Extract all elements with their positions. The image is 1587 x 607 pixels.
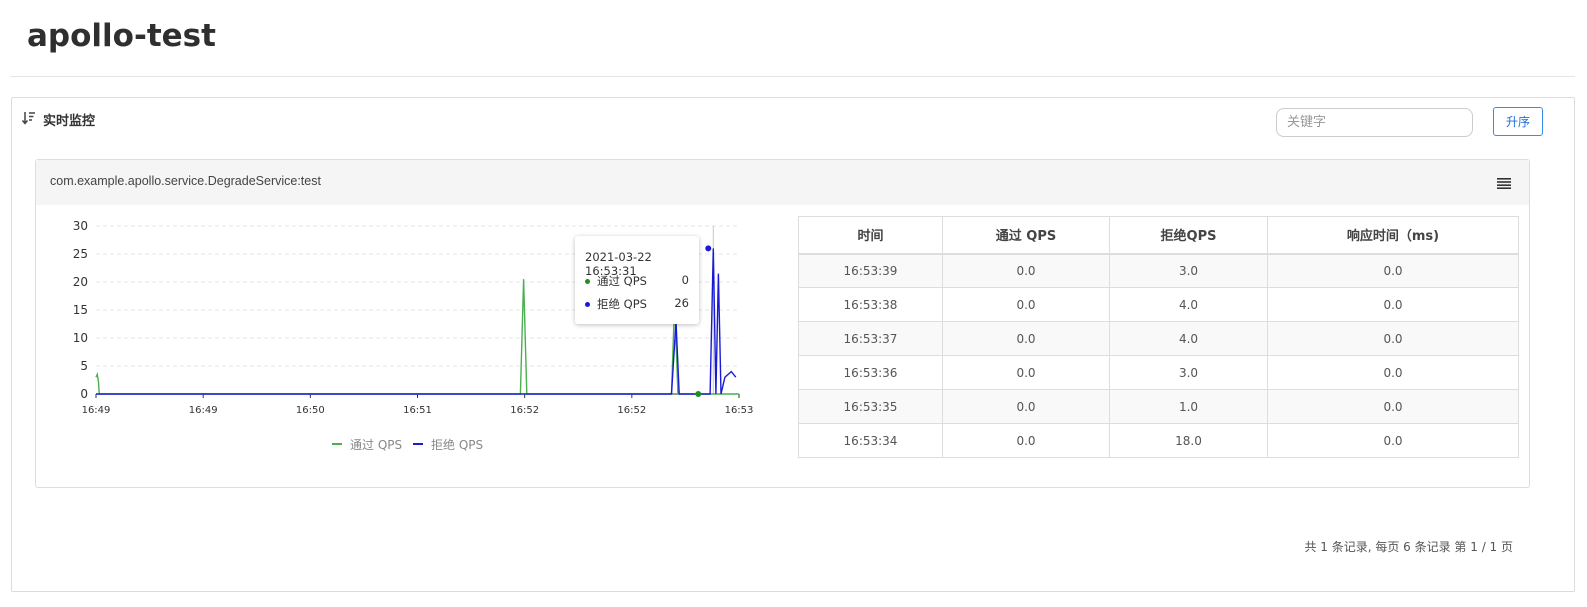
cell-time: 16:53:35 (798, 389, 943, 424)
resource-name: com.example.apollo.service.DegradeServic… (50, 174, 321, 188)
table-header-row: 时间 通过 QPS 拒绝QPS 响应时间（ms) (798, 216, 1519, 254)
x-tick-label: 16:49 (82, 405, 111, 416)
cell-rt: 0.0 (1267, 253, 1519, 288)
cell-time: 16:53:38 (798, 287, 943, 322)
legend-label: 通过 QPS (350, 438, 402, 452)
table-row: 16:53:34 0.0 18.0 0.0 (798, 423, 1519, 458)
x-tick-label: 16:52 (617, 405, 646, 416)
pass-hover-point (695, 391, 702, 397)
card-header: com.example.apollo.service.DegradeServic… (36, 160, 1529, 205)
cell-block: 4.0 (1109, 287, 1268, 322)
cell-rt: 0.0 (1267, 287, 1519, 322)
block-hover-point (705, 245, 712, 252)
realtime-monitor-panel: 实时监控 升序 com.example.apollo.service.Degra… (11, 97, 1575, 592)
col-pass-qps: 通过 QPS (942, 216, 1110, 254)
y-tick-label: 0 (80, 387, 88, 401)
x-tick-label: 16:53 (725, 405, 754, 416)
x-tick-label: 16:49 (189, 405, 218, 416)
panel-title: 实时监控 (43, 114, 96, 129)
search-input[interactable] (1276, 108, 1473, 137)
y-tick-label: 10 (73, 331, 88, 345)
cell-pass: 0.0 (942, 423, 1110, 458)
cell-block: 3.0 (1109, 253, 1268, 288)
y-tick-label: 5 (80, 359, 88, 373)
col-time: 时间 (798, 216, 943, 254)
sort-ascending-button[interactable]: 升序 (1493, 107, 1543, 136)
cell-pass: 0.0 (942, 287, 1110, 322)
cell-rt: 0.0 (1267, 321, 1519, 356)
cell-time: 16:53:39 (798, 253, 943, 288)
block-dot-icon (585, 302, 590, 307)
y-tick-label: 30 (73, 219, 88, 233)
table-row: 16:53:36 0.0 3.0 0.0 (798, 355, 1519, 390)
table-row: 16:53:38 0.0 4.0 0.0 (798, 287, 1519, 322)
pass-dot-icon (585, 279, 590, 284)
chart-tooltip: 2021-03-22 16:53:31 通过 QPS 0 拒绝 QPS 26 (575, 236, 699, 324)
col-rt: 响应时间（ms) (1267, 216, 1519, 254)
col-block-qps: 拒绝QPS (1109, 216, 1268, 254)
table-row: 16:53:37 0.0 4.0 0.0 (798, 321, 1519, 356)
tooltip-row-block: 拒绝 QPS 26 (585, 296, 689, 312)
x-tick-label: 16:50 (296, 405, 325, 416)
tooltip-row-pass: 通过 QPS 0 (585, 273, 689, 289)
cell-pass: 0.0 (942, 321, 1110, 356)
menu-icon[interactable] (1497, 177, 1511, 189)
cell-block: 4.0 (1109, 321, 1268, 356)
cell-rt: 0.0 (1267, 355, 1519, 390)
tooltip-row-value: 0 (681, 273, 689, 287)
legend-label: 拒绝 QPS (431, 437, 483, 452)
cell-pass: 0.0 (942, 355, 1110, 390)
metrics-table: 时间 通过 QPS 拒绝QPS 响应时间（ms) 16:53:39 0.0 3.… (798, 216, 1519, 458)
cell-pass: 0.0 (942, 253, 1110, 288)
y-tick-label: 25 (73, 247, 88, 261)
tooltip-row-name: 通过 QPS (597, 274, 647, 288)
sort-desc-icon (22, 112, 35, 125)
cell-block: 1.0 (1109, 389, 1268, 424)
cell-block: 18.0 (1109, 423, 1268, 458)
page-title: apollo-test (27, 18, 216, 54)
resource-card: com.example.apollo.service.DegradeServic… (35, 159, 1530, 488)
y-tick-label: 20 (73, 275, 88, 289)
cell-time: 16:53:34 (798, 423, 943, 458)
table-row: 16:53:39 0.0 3.0 0.0 (798, 253, 1519, 288)
x-tick-label: 16:51 (403, 405, 432, 416)
cell-rt: 0.0 (1267, 389, 1519, 424)
cell-time: 16:53:37 (798, 321, 943, 356)
table-row: 16:53:35 0.0 1.0 0.0 (798, 389, 1519, 424)
y-tick-label: 15 (73, 303, 88, 317)
tooltip-row-name: 拒绝 QPS (597, 297, 647, 311)
pagination-info: 共 1 条记录, 每页 6 条记录 第 1 / 1 页 (1304, 540, 1513, 554)
page-header: apollo-test (10, 0, 1575, 77)
cell-time: 16:53:36 (798, 355, 943, 390)
x-tick-label: 16:52 (510, 405, 539, 416)
cell-rt: 0.0 (1267, 423, 1519, 458)
tooltip-row-value: 26 (674, 296, 689, 310)
cell-pass: 0.0 (942, 389, 1110, 424)
cell-block: 3.0 (1109, 355, 1268, 390)
